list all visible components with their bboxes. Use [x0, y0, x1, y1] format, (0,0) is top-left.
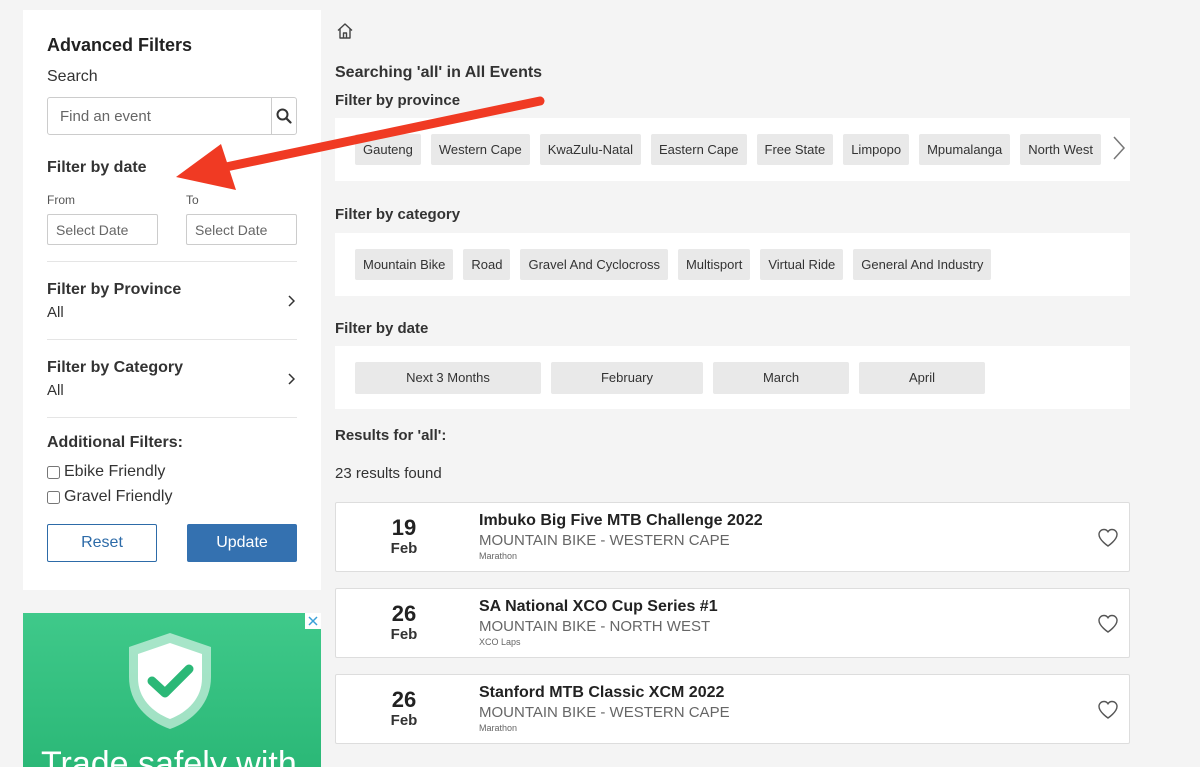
from-date-input[interactable]: [47, 214, 158, 245]
shield-check-icon: [129, 633, 211, 729]
date-chips: Next 3 Months February March April: [335, 346, 1130, 409]
to-label: To: [186, 193, 199, 207]
date-filter-panel: Next 3 Months February March April: [335, 346, 1130, 409]
province-selector-title: Filter by Province: [47, 280, 182, 298]
province-chip[interactable]: Western Cape: [430, 134, 530, 165]
from-label: From: [47, 193, 75, 207]
heart-icon[interactable]: [1097, 614, 1119, 634]
filter-by-date-title: Filter by date: [47, 159, 147, 176]
advertisement[interactable]: Trade safely with: [23, 613, 321, 767]
advanced-filters-panel: Advanced Filters Search Filter by date F…: [23, 10, 321, 590]
ebike-friendly-checkbox[interactable]: [47, 465, 60, 479]
province-selector-value: All: [47, 303, 64, 321]
event-subtype: Marathon: [479, 551, 518, 561]
event-info: Imbuko Big Five MTB Challenge 2022 MOUNTA…: [479, 512, 763, 561]
chevron-right-icon: [288, 294, 295, 307]
date-chip[interactable]: March: [713, 361, 849, 394]
event-title[interactable]: Stanford MTB Classic XCM 2022: [479, 684, 730, 702]
province-chip[interactable]: Eastern Cape: [651, 134, 747, 165]
event-subtype: XCO Laps: [479, 637, 521, 647]
results-count: 23 results found: [335, 465, 442, 482]
date-range: From To: [47, 193, 297, 245]
province-selector[interactable]: Filter by Province All: [47, 262, 297, 323]
event-category: MOUNTAIN BIKE - WESTERN CAPE: [479, 532, 730, 549]
date-chip[interactable]: April: [859, 361, 985, 394]
filter-by-date-main-title: Filter by date: [335, 320, 429, 337]
gravel-friendly-label: Gravel Friendly: [64, 488, 173, 505]
event-month: Feb: [390, 712, 418, 729]
event-info: SA National XCO Cup Series #1 MOUNTAIN BI…: [479, 598, 718, 647]
event-date: 19 Feb: [336, 515, 472, 558]
event-subtype: Marathon: [479, 723, 518, 733]
category-filter-panel: Mountain Bike Road Gravel And Cyclocross Mu…: [335, 233, 1130, 296]
close-icon: [308, 616, 318, 626]
page-title: Searching 'all' in All Events: [335, 64, 543, 81]
category-chip[interactable]: Multisport: [677, 249, 751, 280]
event-month: Feb: [390, 540, 418, 557]
province-chip[interactable]: Mpumalanga: [919, 134, 1011, 165]
event-card[interactable]: 19 Feb Imbuko Big Five MTB Challenge 2022 M…: [335, 502, 1130, 572]
heart-icon[interactable]: [1097, 528, 1119, 548]
event-info: Stanford MTB Classic XCM 2022 MOUNTAIN BI…: [479, 684, 730, 733]
search-box: [47, 97, 297, 135]
event-card[interactable]: 26 Feb Stanford MTB Classic XCM 2022 MOUNTA…: [335, 674, 1130, 744]
ebike-friendly-label: Ebike Friendly: [64, 463, 166, 480]
chevron-right-icon[interactable]: [1112, 135, 1126, 161]
to-date-input[interactable]: [186, 214, 297, 245]
province-chip[interactable]: Limpopo: [843, 134, 910, 165]
category-chip[interactable]: Mountain Bike: [355, 249, 454, 280]
event-category: MOUNTAIN BIKE - NORTH WEST: [479, 618, 711, 635]
category-selector-value: All: [47, 381, 64, 399]
event-title[interactable]: Imbuko Big Five MTB Challenge 2022: [479, 512, 763, 530]
date-chip[interactable]: February: [551, 361, 703, 394]
additional-filters-title: Additional Filters:: [47, 434, 183, 451]
chevron-right-icon: [288, 372, 295, 385]
filter-by-province-title: Filter by province: [335, 92, 461, 109]
update-button[interactable]: Update: [187, 524, 297, 562]
province-chips: Gauteng Western Cape KwaZulu-Natal Eastern …: [335, 118, 1130, 181]
category-chip[interactable]: Road: [463, 249, 511, 280]
divider: [47, 417, 297, 418]
category-chip[interactable]: General And Industry: [853, 249, 992, 280]
search-button[interactable]: [271, 98, 296, 134]
province-chip[interactable]: North West: [1020, 134, 1102, 165]
province-chip[interactable]: KwaZulu-Natal: [539, 134, 641, 165]
ad-text: Trade safely with: [41, 745, 297, 767]
category-chip[interactable]: Virtual Ride: [760, 249, 844, 280]
province-chip[interactable]: Gauteng: [355, 134, 421, 165]
category-selector[interactable]: Filter by Category All: [47, 340, 297, 401]
ebike-friendly-option[interactable]: Ebike Friendly: [47, 463, 297, 481]
home-icon[interactable]: [336, 22, 354, 40]
province-filter-panel: Gauteng Western Cape KwaZulu-Natal Eastern …: [335, 118, 1130, 181]
date-chip[interactable]: Next 3 Months: [355, 361, 541, 394]
reset-button[interactable]: Reset: [47, 524, 157, 562]
filter-actions: Reset Update: [47, 524, 297, 562]
event-month: Feb: [390, 626, 418, 643]
event-category: MOUNTAIN BIKE - WESTERN CAPE: [479, 704, 730, 721]
province-chip[interactable]: Free State: [756, 134, 834, 165]
event-card[interactable]: 26 Feb SA National XCO Cup Series #1 MOUNTA…: [335, 588, 1130, 658]
filter-by-category-title: Filter by category: [335, 206, 461, 223]
search-label: Search: [47, 68, 98, 85]
event-day: 26: [391, 601, 417, 626]
category-chips: Mountain Bike Road Gravel And Cyclocross Mu…: [335, 233, 1130, 296]
gravel-friendly-option[interactable]: Gravel Friendly: [47, 488, 297, 506]
category-selector-title: Filter by Category: [47, 358, 184, 376]
search-icon: [276, 108, 292, 124]
advanced-filters-title: Advanced Filters: [47, 35, 193, 55]
event-date: 26 Feb: [336, 601, 472, 644]
heart-icon[interactable]: [1097, 700, 1119, 720]
event-day: 19: [391, 515, 417, 540]
ad-close-button[interactable]: [305, 613, 321, 629]
event-day: 26: [391, 687, 417, 712]
event-title[interactable]: SA National XCO Cup Series #1: [479, 598, 718, 616]
gravel-friendly-checkbox[interactable]: [47, 490, 60, 504]
search-input[interactable]: [48, 98, 271, 134]
event-date: 26 Feb: [336, 687, 472, 730]
results-title: Results for 'all':: [335, 427, 447, 444]
category-chip[interactable]: Gravel And Cyclocross: [520, 249, 668, 280]
